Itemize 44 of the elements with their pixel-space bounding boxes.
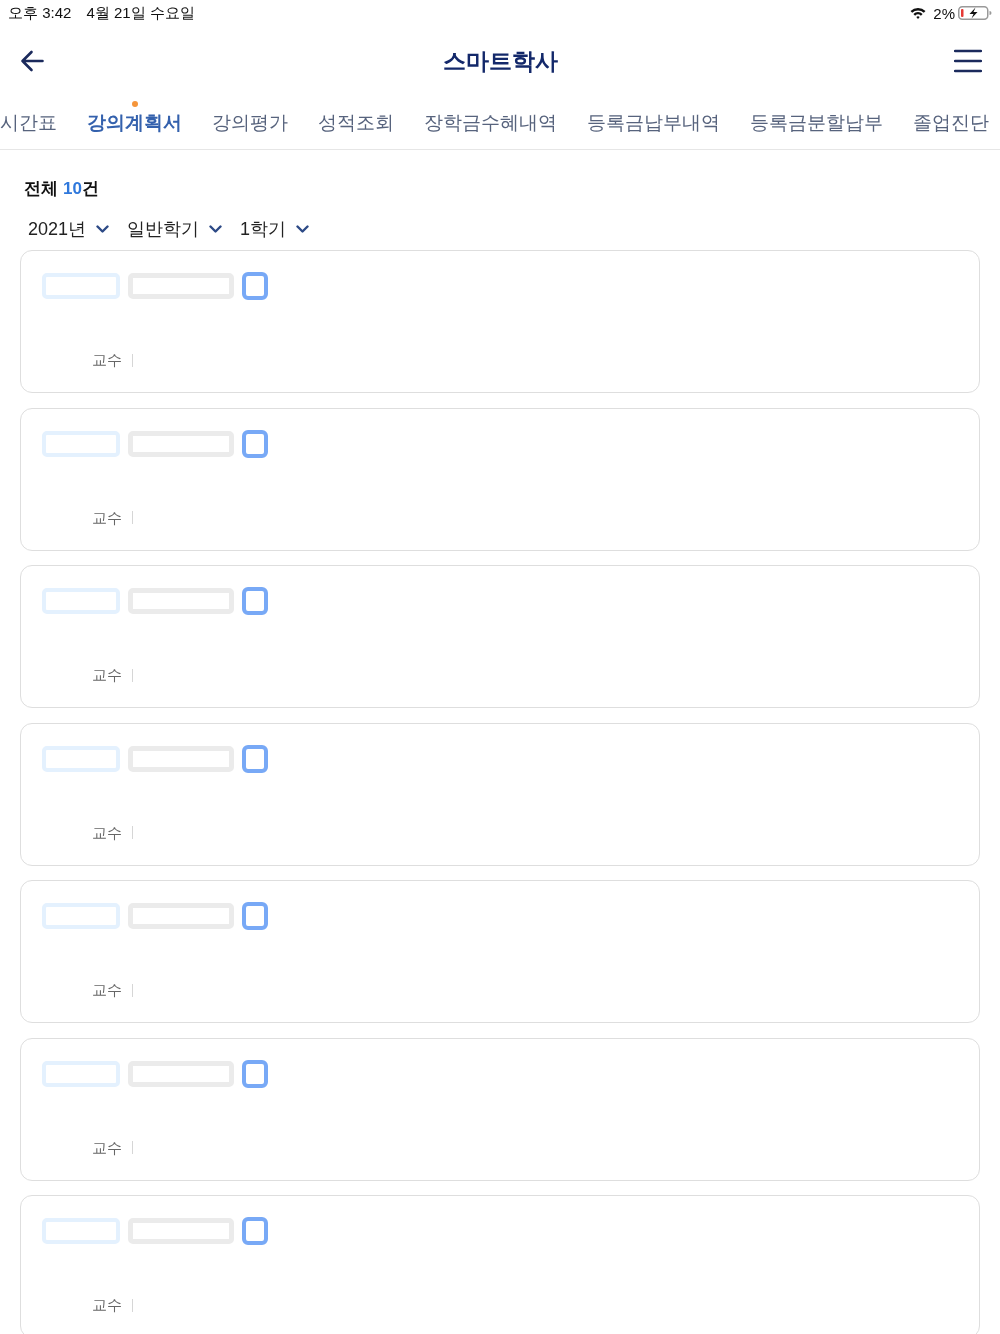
chevron-down-icon [96, 225, 110, 233]
square-outline-icon [242, 587, 268, 615]
wifi-icon [910, 7, 927, 19]
tab[interactable]: 시간표 [0, 109, 57, 136]
professor-label: 교수 [92, 1295, 122, 1315]
professor-label: 교수 [92, 350, 122, 370]
tab[interactable]: 성적조회 [318, 109, 394, 136]
course-card[interactable]: 교수 [20, 565, 980, 708]
chevron-down-icon [296, 225, 310, 233]
total-count: 전체 10건 [24, 179, 99, 198]
professor-label: 교수 [92, 980, 122, 1000]
page-title: 스마트학사 [442, 47, 558, 74]
square-outline-icon [242, 1059, 268, 1088]
professor-label: 교수 [92, 507, 122, 528]
filter-dropdown[interactable]: 1학기 [240, 217, 310, 241]
square-outline-icon [242, 1217, 268, 1245]
tab[interactable]: 강의계획서 [87, 109, 182, 136]
menu-icon [954, 49, 982, 73]
tab[interactable]: 등록금납부내역 [587, 109, 720, 136]
square-outline-icon [242, 272, 268, 300]
professor-label: 교수 [92, 665, 122, 685]
course-card[interactable]: 교수 [20, 722, 980, 866]
course-card[interactable]: 교수 [20, 880, 980, 1023]
battery-charging-icon [958, 5, 992, 21]
filter-dropdown[interactable]: 2021년 [28, 217, 110, 241]
square-outline-icon [242, 744, 268, 773]
course-card[interactable]: 교수 [20, 250, 980, 393]
status-date: 4월 21일 수요일 [86, 3, 195, 23]
square-outline-icon [242, 429, 268, 458]
course-card[interactable]: 교수 [20, 407, 980, 551]
professor-label: 교수 [92, 822, 122, 843]
course-card[interactable]: 교수 [20, 1037, 980, 1181]
battery-percent: 2% [933, 4, 955, 22]
tab[interactable]: 강의평가 [212, 109, 288, 136]
chevron-down-icon [209, 225, 223, 233]
tab[interactable]: 장학금수혜내역 [424, 109, 557, 136]
square-outline-icon [242, 902, 268, 930]
filter-dropdown[interactable]: 일반학기 [127, 217, 223, 241]
tab[interactable]: 등록금분할납부 [750, 109, 883, 136]
professor-label: 교수 [92, 1137, 122, 1158]
status-time: 오후 3:42 [8, 3, 72, 23]
back-arrow-icon [20, 50, 44, 72]
tab[interactable]: 졸업진단 [913, 109, 989, 136]
menu-button[interactable] [953, 47, 983, 75]
